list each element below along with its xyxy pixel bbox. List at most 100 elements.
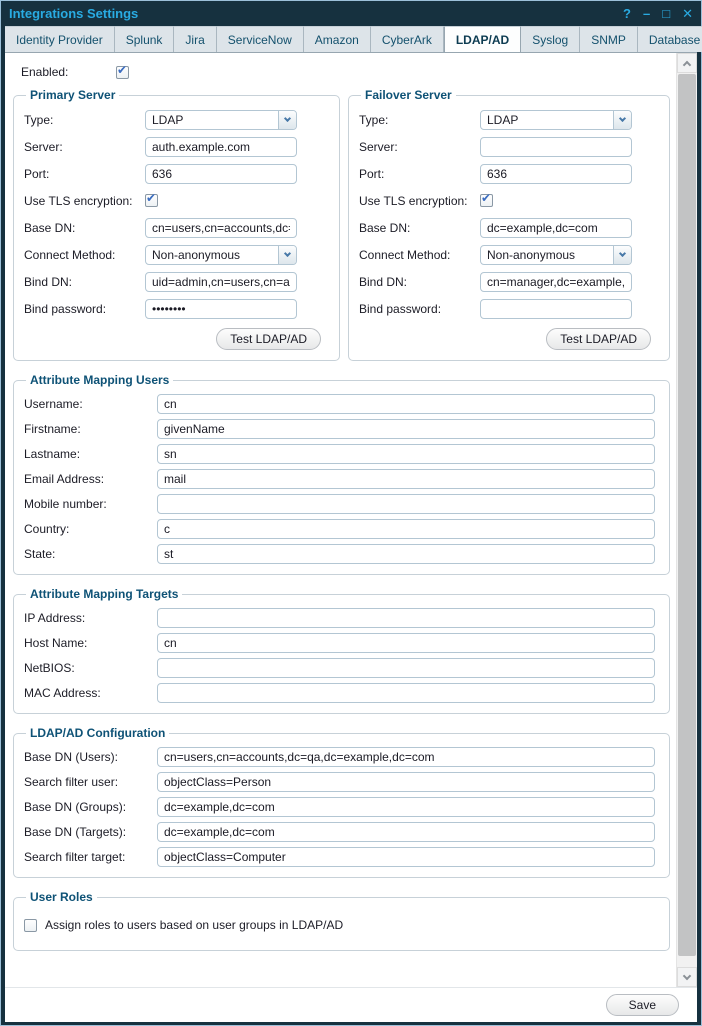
firstname-input[interactable] [157,419,655,439]
primary-connect-method-select[interactable]: Non-anonymous [145,245,297,265]
chevron-down-icon[interactable] [613,246,631,264]
basedn-targets-label: Base DN (Targets): [22,825,157,839]
country-label: Country: [22,522,157,536]
server-label: Server: [357,140,480,154]
mac-address-row: MAC Address: [22,680,661,705]
basedn-targets-row: Base DN (Targets): [22,819,661,844]
save-button[interactable]: Save [606,994,679,1016]
basedn-targets-input[interactable] [157,822,655,842]
primary-basedn-input[interactable] [145,218,297,238]
primary-bind-password-input[interactable] [145,299,297,319]
vertical-scrollbar[interactable] [676,53,697,987]
scrollbar-track[interactable] [677,73,697,967]
failover-connect-method-select[interactable]: Non-anonymous [480,245,632,265]
search-filter-target-input[interactable] [157,847,655,867]
chevron-down-icon[interactable] [278,246,296,264]
bind-password-label: Bind password: [22,302,145,316]
failover-type-value: LDAP [481,113,613,127]
ip-address-label: IP Address: [22,611,157,625]
connect-method-label: Connect Method: [22,248,145,262]
tab-jira[interactable]: Jira [174,26,216,52]
tab-cyberark[interactable]: CyberArk [371,26,444,52]
attribute-mapping-targets-section: Attribute Mapping Targets IP Address: Ho… [13,587,670,714]
country-input[interactable] [157,519,655,539]
tls-label: Use TLS encryption: [357,194,480,208]
primary-port-input[interactable] [145,164,297,184]
primary-tls-checkbox[interactable] [145,194,158,207]
help-icon[interactable]: ? [623,7,631,20]
basedn-groups-input[interactable] [157,797,655,817]
netbios-input[interactable] [157,658,655,678]
host-name-row: Host Name: [22,630,661,655]
failover-tls-checkbox[interactable] [480,194,493,207]
primary-binddn-input[interactable] [145,272,297,292]
failover-port-input[interactable] [480,164,632,184]
state-input[interactable] [157,544,655,564]
primary-type-select[interactable]: LDAP [145,110,297,130]
scroll-down-button[interactable] [677,967,697,987]
lastname-input[interactable] [157,444,655,464]
tab-amazon[interactable]: Amazon [304,26,371,52]
binddn-label: Bind DN: [357,275,480,289]
tab-snmp[interactable]: SNMP [580,26,638,52]
search-filter-user-input[interactable] [157,772,655,792]
port-label: Port: [357,167,480,181]
primary-test-row: Test LDAP/AD [22,322,331,352]
failover-type-select[interactable]: LDAP [480,110,632,130]
search-filter-target-label: Search filter target: [22,850,157,864]
window-title: Integrations Settings [9,6,623,21]
basedn-label: Base DN: [357,221,480,235]
failover-bind-password-input[interactable] [480,299,632,319]
tab-servicenow[interactable]: ServiceNow [217,26,304,52]
scroll-up-button[interactable] [677,53,697,73]
tab-ldap-ad[interactable]: LDAP/AD [444,26,521,52]
ip-address-row: IP Address: [22,605,661,630]
host-name-input[interactable] [157,633,655,653]
primary-connect-method-row: Connect Method: Non-anonymous [22,241,331,268]
email-address-row: Email Address: [22,466,661,491]
search-filter-user-label: Search filter user: [22,775,157,789]
primary-binddn-row: Bind DN: [22,268,331,295]
tab-identity-provider[interactable]: Identity Provider [5,26,115,52]
failover-server-section: Failover Server Type: LDAP Server: Port: [348,88,670,361]
failover-binddn-input[interactable] [480,272,632,292]
scrollbar-thumb[interactable] [678,74,696,956]
assign-roles-checkbox[interactable] [24,919,37,932]
search-filter-user-row: Search filter user: [22,769,661,794]
port-label: Port: [22,167,145,181]
window-controls: ? – □ ✕ [623,7,693,20]
netbios-label: NetBIOS: [22,661,157,675]
username-input[interactable] [157,394,655,414]
email-address-input[interactable] [157,469,655,489]
assign-roles-label: Assign roles to users based on user grou… [45,918,343,932]
tab-strip: Identity Provider Splunk Jira ServiceNow… [5,26,697,53]
ldap-configuration-section: LDAP/AD Configuration Base DN (Users): S… [13,726,670,878]
tab-splunk[interactable]: Splunk [115,26,175,52]
failover-connect-method-row: Connect Method: Non-anonymous [357,241,661,268]
mac-address-input[interactable] [157,683,655,703]
primary-server-input[interactable] [145,137,297,157]
chevron-down-icon [683,971,691,979]
tab-syslog[interactable]: Syslog [521,26,580,52]
ip-address-input[interactable] [157,608,655,628]
maximize-icon[interactable]: □ [662,7,670,20]
chevron-down-icon[interactable] [278,111,296,129]
close-icon[interactable]: ✕ [682,7,693,20]
primary-port-row: Port: [22,160,331,187]
enabled-checkbox[interactable] [116,66,129,79]
failover-basedn-row: Base DN: [357,214,661,241]
tab-database[interactable]: Database [638,26,702,52]
failover-basedn-input[interactable] [480,218,632,238]
basedn-users-input[interactable] [157,747,655,767]
title-bar: Integrations Settings ? – □ ✕ [1,1,701,26]
failover-server-input[interactable] [480,137,632,157]
failover-bind-password-row: Bind password: [357,295,661,322]
primary-test-ldap-button[interactable]: Test LDAP/AD [216,328,321,350]
failover-test-ldap-button[interactable]: Test LDAP/AD [546,328,651,350]
enabled-label: Enabled: [19,65,116,79]
failover-server-row: Server: [357,133,661,160]
primary-tls-row: Use TLS encryption: [22,187,331,214]
chevron-down-icon[interactable] [613,111,631,129]
minimize-icon[interactable]: – [643,7,650,20]
mobile-number-input[interactable] [157,494,655,514]
